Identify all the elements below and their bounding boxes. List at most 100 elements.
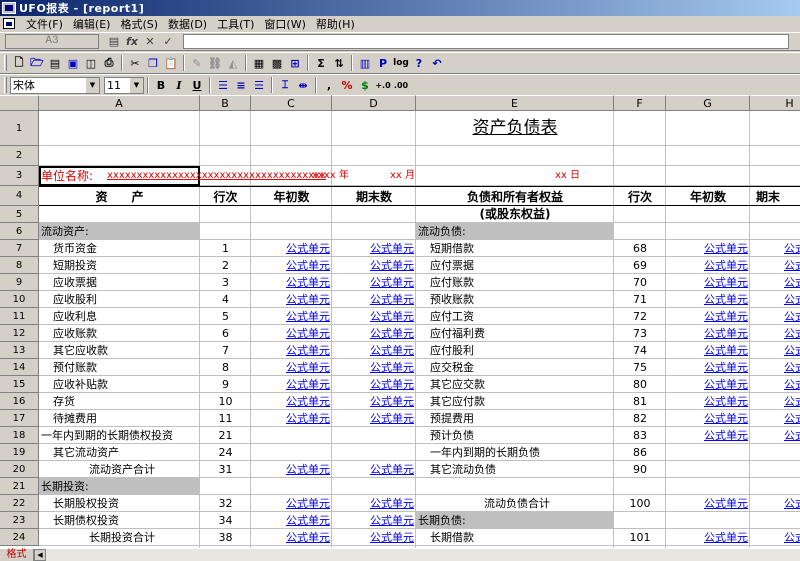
- asset-name[interactable]: 应收利息: [39, 308, 200, 325]
- asset-row-no[interactable]: 1: [200, 240, 251, 257]
- menu-help[interactable]: 帮助(H): [311, 16, 360, 32]
- decrease-decimal-button[interactable]: .00: [392, 76, 410, 94]
- column-header-f[interactable]: F: [614, 95, 666, 111]
- asset-begin-formula[interactable]: 公式单元: [251, 359, 332, 376]
- asset-row-no[interactable]: 11: [200, 410, 251, 427]
- liab-row-no[interactable]: 90: [614, 461, 666, 478]
- liab-name[interactable]: 应付账款: [416, 274, 614, 291]
- asset-end-formula[interactable]: 公式单元: [332, 274, 416, 291]
- save-icon[interactable]: ▣: [64, 54, 82, 72]
- underline-button[interactable]: U: [188, 76, 206, 94]
- liab-begin-formula[interactable]: 公式单元: [666, 291, 750, 308]
- asset-row-no[interactable]: 24: [200, 444, 251, 461]
- cut-icon[interactable]: ✂: [126, 54, 144, 72]
- asset-row-no[interactable]: 4: [200, 291, 251, 308]
- zoom-icon[interactable]: ⊞: [286, 54, 304, 72]
- asset-name[interactable]: 流动资产合计: [39, 461, 200, 478]
- asset-end-formula[interactable]: 公式单元: [332, 376, 416, 393]
- section-current-liab[interactable]: 流动负债:: [416, 223, 614, 240]
- help-icon[interactable]: ?: [410, 54, 428, 72]
- row-header-2[interactable]: 2: [0, 146, 39, 166]
- day-label[interactable]: xx 日: [416, 166, 614, 186]
- asset-end-formula[interactable]: 公式单元: [332, 359, 416, 376]
- open-icon[interactable]: 🗁: [28, 54, 46, 72]
- align-center-icon[interactable]: ≡: [232, 76, 250, 94]
- header-row-no-2[interactable]: 行次: [614, 186, 666, 206]
- calculate-icon[interactable]: ▦: [250, 54, 268, 72]
- percent-style-button[interactable]: %: [338, 76, 356, 94]
- liab-name[interactable]: 预收账款: [416, 291, 614, 308]
- liab-name[interactable]: 应付工资: [416, 308, 614, 325]
- row-header-15[interactable]: 15: [0, 376, 39, 393]
- liab-name[interactable]: 长期借款: [416, 529, 614, 546]
- row2-right-label[interactable]: 会: [750, 146, 800, 166]
- liab-end-formula[interactable]: 公式单元: [750, 257, 800, 274]
- asset-name[interactable]: 长期债权投资: [39, 512, 200, 529]
- row-header-6[interactable]: 6: [0, 223, 39, 240]
- sum-icon[interactable]: Σ: [312, 54, 330, 72]
- asset-begin-formula[interactable]: 公式单元: [251, 308, 332, 325]
- merge-vertical-icon[interactable]: ⌶: [276, 76, 294, 94]
- new-icon[interactable]: 🗋: [10, 54, 28, 72]
- row-header-1[interactable]: 1: [0, 111, 39, 146]
- asset-name[interactable]: 长期投资合计: [39, 529, 200, 546]
- menu-file[interactable]: 文件(F): [21, 16, 68, 32]
- asset-end-formula[interactable]: 公式单元: [332, 342, 416, 359]
- row3-right-label[interactable]: 单: [750, 166, 800, 186]
- menu-data[interactable]: 数据(D): [163, 16, 212, 32]
- asset-name[interactable]: 短期投资: [39, 257, 200, 274]
- liab-name[interactable]: 其它应付款: [416, 393, 614, 410]
- asset-begin-formula[interactable]: 公式单元: [251, 325, 332, 342]
- asset-begin-formula[interactable]: 公式单元: [251, 257, 332, 274]
- header-end[interactable]: 期末数: [332, 186, 416, 206]
- liab-row-no[interactable]: 82: [614, 410, 666, 427]
- liab-end-formula[interactable]: 公式单元: [750, 274, 800, 291]
- log-icon[interactable]: log: [392, 54, 410, 72]
- cell-reference-box[interactable]: A3: [5, 34, 99, 49]
- row-header-3[interactable]: 3: [0, 166, 39, 186]
- asset-row-no[interactable]: 8: [200, 359, 251, 376]
- liab-end-formula[interactable]: 公式单元: [750, 325, 800, 342]
- liab-end-formula[interactable]: 公式单元: [750, 393, 800, 410]
- liab-name[interactable]: 应付票据: [416, 257, 614, 274]
- liab-begin-formula[interactable]: 公式单元: [666, 427, 750, 444]
- row-header-11[interactable]: 11: [0, 308, 39, 325]
- asset-begin-formula[interactable]: 公式单元: [251, 410, 332, 427]
- menu-tools[interactable]: 工具(T): [212, 16, 259, 32]
- liab-row-no[interactable]: 73: [614, 325, 666, 342]
- header-begin[interactable]: 年初数: [251, 186, 332, 206]
- section-current-assets[interactable]: 流动资产:: [39, 223, 200, 240]
- liab-end-formula[interactable]: 公式单元: [750, 410, 800, 427]
- unit-name-mask[interactable]: xxxxxxxxxxxxxxxxxxxxxxxxxxxxxxxxxxxxx: [105, 166, 345, 186]
- sort-icon[interactable]: ⇅: [330, 54, 348, 72]
- asset-end-formula[interactable]: 公式单元: [332, 461, 416, 478]
- chevron-down-icon[interactable]: ▼: [85, 77, 99, 93]
- asset-name[interactable]: 其它应收款: [39, 342, 200, 359]
- increase-decimal-button[interactable]: +.0: [374, 76, 392, 94]
- asset-row-no[interactable]: 9: [200, 376, 251, 393]
- liab-end-formula[interactable]: 公式单元: [750, 427, 800, 444]
- toolbar-grip[interactable]: [4, 55, 7, 71]
- asset-begin-formula[interactable]: 公式单元: [251, 495, 332, 512]
- liab-begin-formula[interactable]: 公式单元: [666, 359, 750, 376]
- liab-name[interactable]: 其它应交款: [416, 376, 614, 393]
- row-header-13[interactable]: 13: [0, 342, 39, 359]
- liab-begin-formula[interactable]: 公式单元: [666, 240, 750, 257]
- row-header-5[interactable]: 5: [0, 206, 39, 223]
- cancel-edit-button[interactable]: ✕: [141, 34, 159, 49]
- asset-name[interactable]: 存货: [39, 393, 200, 410]
- row-header-9[interactable]: 9: [0, 274, 39, 291]
- asset-begin-formula[interactable]: 公式单元: [251, 274, 332, 291]
- menu-window[interactable]: 窗口(W): [259, 16, 310, 32]
- asset-begin-formula[interactable]: 公式单元: [251, 342, 332, 359]
- year-label[interactable]: xxxx 年: [310, 166, 370, 186]
- asset-end-formula[interactable]: 公式单元: [332, 410, 416, 427]
- asset-end-formula[interactable]: 公式单元: [332, 325, 416, 342]
- liab-end-formula[interactable]: 公式单元: [750, 529, 800, 546]
- section-long-liab[interactable]: 长期负债:: [416, 512, 614, 529]
- liab-begin-formula[interactable]: 公式单元: [666, 342, 750, 359]
- preview-icon[interactable]: ◫: [82, 54, 100, 72]
- asset-name[interactable]: 应收股利: [39, 291, 200, 308]
- header-asset[interactable]: 资 产: [39, 186, 200, 206]
- row-header-14[interactable]: 14: [0, 359, 39, 376]
